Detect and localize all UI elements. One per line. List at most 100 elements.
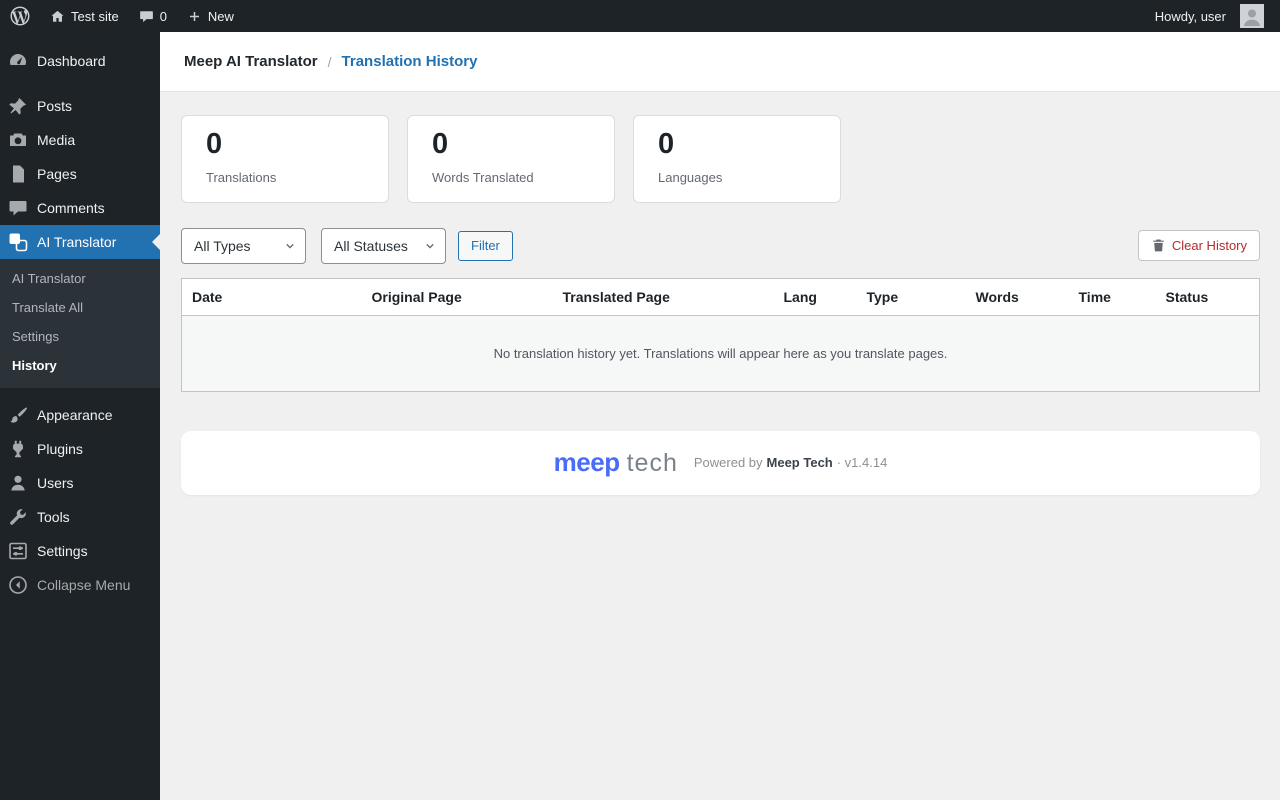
- sidebar-item-pages[interactable]: Pages: [0, 157, 160, 191]
- stats-row: 0 Translations 0 Words Translated 0 Lang…: [181, 115, 1260, 203]
- sidebar-item-dashboard[interactable]: Dashboard: [0, 44, 160, 78]
- submenu-item-settings[interactable]: Settings: [0, 322, 160, 351]
- stat-value: 0: [432, 128, 449, 160]
- type-filter-value: All Types: [194, 237, 251, 254]
- sidebar-item-label: AI Translator: [37, 234, 117, 250]
- translate-icon: [8, 232, 28, 252]
- meep-tech-link[interactable]: Meep Tech: [767, 455, 833, 470]
- clear-history-button[interactable]: Clear History: [1137, 230, 1260, 262]
- menu-separator: [0, 388, 160, 398]
- submenu-item-label: History: [12, 358, 57, 373]
- sidebar-item-label: Settings: [37, 543, 88, 559]
- sidebar-item-comments[interactable]: Comments: [0, 191, 160, 225]
- wordpress-logo-icon: [10, 6, 30, 26]
- column-header-status: Status: [1155, 278, 1260, 316]
- submenu-item-translate-all[interactable]: Translate All: [0, 293, 160, 322]
- main-content: Meep AI Translator / Translation History…: [160, 0, 1280, 495]
- wrench-icon: [8, 507, 28, 527]
- sidebar-item-appearance[interactable]: Appearance: [0, 398, 160, 432]
- column-header-lang: Lang: [773, 278, 857, 316]
- sidebar-item-posts[interactable]: Posts: [0, 89, 160, 123]
- sidebar-item-users[interactable]: Users: [0, 466, 160, 500]
- history-table: Date Original Page Translated Page Lang …: [181, 277, 1260, 392]
- my-account-menu[interactable]: Howdy, user: [1145, 0, 1274, 32]
- submenu-item-label: Translate All: [12, 300, 84, 315]
- admin-bar: Test site 0 New Howdy, user: [0, 0, 1280, 32]
- sidebar-item-label: Appearance: [37, 407, 113, 423]
- media-icon: [8, 130, 28, 150]
- clear-history-label: Clear History: [1171, 238, 1247, 254]
- sidebar-item-label: Tools: [37, 509, 70, 525]
- stat-label: Languages: [658, 169, 723, 185]
- table-header-row: Date Original Page Translated Page Lang …: [181, 278, 1260, 316]
- meep-tech-logo: meep tech: [554, 447, 678, 478]
- column-header-words: Words: [965, 278, 1069, 316]
- powered-by: Powered by Meep Tech · v1.4.14: [694, 455, 887, 470]
- breadcrumb-root: Meep AI Translator: [184, 53, 318, 70]
- sidebar-item-label: Collapse Menu: [37, 577, 131, 593]
- plus-icon: [187, 9, 202, 24]
- breadcrumb-separator: /: [327, 53, 332, 70]
- collapse-arrow-icon: [8, 575, 28, 595]
- logo-tech-text: tech: [626, 449, 678, 478]
- footer-card: meep tech Powered by Meep Tech · v1.4.14: [181, 430, 1260, 495]
- stat-label: Words Translated: [432, 169, 534, 185]
- paintbrush-icon: [8, 405, 28, 425]
- status-filter-select[interactable]: All Statuses: [321, 227, 446, 264]
- chevron-down-icon: [282, 238, 298, 254]
- sidebar-item-label: Pages: [37, 166, 77, 182]
- submenu-item-ai-translator[interactable]: AI Translator: [0, 264, 160, 293]
- powered-by-text: Powered by: [693, 455, 763, 471]
- page-content: 0 Translations 0 Words Translated 0 Lang…: [160, 92, 1280, 495]
- stat-label: Translations: [206, 169, 277, 185]
- column-header-original-page: Original Page: [361, 278, 553, 316]
- stat-card-words-translated: 0 Words Translated: [407, 115, 615, 203]
- comment-bubble-icon: [139, 9, 154, 24]
- sidebar-item-label: Plugins: [37, 441, 83, 457]
- filter-button[interactable]: Filter: [458, 230, 513, 261]
- home-icon: [50, 9, 65, 24]
- sidebar-item-label: Comments: [37, 200, 105, 216]
- sliders-icon: [8, 541, 28, 561]
- user-icon: [8, 473, 28, 493]
- sidebar-item-label: Media: [37, 132, 76, 148]
- sidebar-item-label: Dashboard: [37, 53, 106, 69]
- column-header-type: Type: [856, 278, 966, 316]
- submenu-item-label: AI Translator: [12, 271, 86, 286]
- filter-row: All Types All Statuses Filter Clear Hist…: [181, 227, 1260, 264]
- site-name-label: Test site: [71, 8, 119, 24]
- site-name-menu[interactable]: Test site: [40, 0, 129, 32]
- sidebar-item-settings[interactable]: Settings: [0, 534, 160, 568]
- comments-menu[interactable]: 0: [129, 0, 177, 32]
- sidebar-item-media[interactable]: Media: [0, 123, 160, 157]
- plugin-icon: [8, 439, 28, 459]
- column-header-time: Time: [1068, 278, 1156, 316]
- new-label: New: [207, 8, 234, 24]
- type-filter-select[interactable]: All Types: [181, 227, 306, 264]
- new-content-menu[interactable]: New: [177, 0, 244, 32]
- empty-state-message: No translation history yet. Translations…: [181, 315, 1260, 392]
- comments-count: 0: [159, 8, 167, 24]
- pushpin-icon: [8, 96, 28, 116]
- howdy-text: Howdy, user: [1154, 8, 1226, 24]
- empty-state-row: No translation history yet. Translations…: [181, 315, 1260, 392]
- sidebar-item-label: Posts: [37, 98, 73, 114]
- menu-separator: [0, 78, 160, 89]
- collapse-menu-button[interactable]: Collapse Menu: [0, 568, 160, 602]
- logo-meep-text: meep: [553, 447, 620, 478]
- stat-value: 0: [658, 128, 675, 160]
- admin-sidebar: Dashboard Posts Media Pages Comments AI …: [0, 32, 160, 800]
- wp-logo-menu[interactable]: [0, 0, 40, 32]
- version-text: · v1.4.14: [836, 455, 888, 471]
- comment-bubble-icon: [8, 198, 28, 218]
- sidebar-item-plugins[interactable]: Plugins: [0, 432, 160, 466]
- sidebar-item-tools[interactable]: Tools: [0, 500, 160, 534]
- column-header-date: Date: [181, 278, 362, 316]
- submenu-item-history[interactable]: History: [0, 351, 160, 380]
- sidebar-item-label: Users: [37, 475, 74, 491]
- breadcrumb-current-link[interactable]: Translation History: [342, 53, 478, 70]
- plugin-header: Meep AI Translator / Translation History: [160, 32, 1280, 92]
- stat-value: 0: [206, 128, 223, 160]
- page-icon: [8, 164, 28, 184]
- sidebar-item-ai-translator[interactable]: AI Translator: [0, 225, 160, 259]
